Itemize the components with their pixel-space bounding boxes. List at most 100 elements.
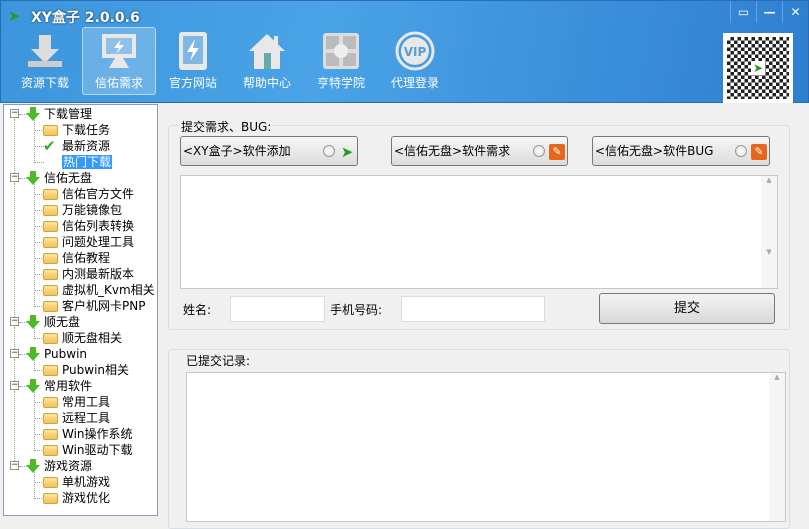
nav-label: 资源下载 bbox=[20, 76, 69, 90]
tree-item-label: Win驱动下载 bbox=[62, 443, 133, 457]
tree-group-2[interactable]: 顺无盘 bbox=[44, 314, 80, 330]
tablet-icon bbox=[172, 31, 214, 71]
tree-item[interactable]: 信佑教程 bbox=[62, 250, 110, 266]
green-arrow-icon bbox=[26, 347, 40, 361]
nav-home[interactable]: 帮助中心 bbox=[230, 27, 304, 95]
green-arrow-icon bbox=[26, 459, 40, 473]
collapse-toggle[interactable]: − bbox=[10, 381, 19, 390]
tree-item[interactable]: Pubwin相关 bbox=[62, 362, 129, 378]
green-arrow-icon bbox=[26, 315, 40, 329]
radio-circle[interactable] bbox=[533, 145, 545, 157]
tree-item-label: 游戏优化 bbox=[62, 491, 111, 505]
wing-icon: ✎ bbox=[751, 144, 767, 160]
tree-item[interactable]: 下载任务 bbox=[62, 122, 110, 138]
tree-item[interactable]: 内测最新版本 bbox=[62, 266, 134, 282]
tree-item[interactable]: 游戏优化 bbox=[62, 490, 110, 506]
tree-item[interactable]: 虚拟机_Kvm相关 bbox=[62, 282, 155, 298]
folder-icon bbox=[43, 301, 58, 312]
tree-group-0[interactable]: 下载管理 bbox=[44, 106, 92, 122]
tree-item[interactable]: 远程工具 bbox=[62, 410, 110, 426]
nav-label: 帮助中心 bbox=[242, 76, 291, 90]
tree-item[interactable]: 常用工具 bbox=[62, 394, 110, 410]
tree-item[interactable]: Win操作系统 bbox=[62, 426, 133, 442]
tree-group-1[interactable]: 信佑无盘 bbox=[44, 170, 92, 186]
nav-label: 亨特学院 bbox=[316, 76, 365, 90]
tree-group-3[interactable]: Pubwin bbox=[44, 346, 87, 362]
tree-item[interactable]: 信佑官方文件 bbox=[62, 186, 134, 202]
qr-code: ➤ bbox=[723, 33, 793, 103]
folder-icon bbox=[43, 333, 58, 344]
tree-item[interactable]: 万能镜像包 bbox=[62, 202, 122, 218]
folder-icon bbox=[43, 413, 58, 424]
nav-label: 代理登录 bbox=[390, 76, 439, 90]
nav-monitor[interactable]: 信佑需求 bbox=[82, 27, 156, 95]
monitor-icon bbox=[98, 31, 140, 71]
folder-icon bbox=[43, 269, 58, 280]
tree-item-label: 万能镜像包 bbox=[62, 203, 123, 217]
collapse-toggle[interactable]: − bbox=[10, 349, 19, 358]
folder-icon bbox=[43, 397, 58, 408]
title-bar: ➤ XY盒子 2.0.0.6 ▭ — ✕ 资源下载 信佑需求 官方网站 帮助中心 亨特学… bbox=[0, 0, 809, 103]
phone-input[interactable] bbox=[401, 296, 545, 322]
tree-item-label: Win操作系统 bbox=[62, 427, 133, 441]
tree-item[interactable]: 问题处理工具 bbox=[62, 234, 134, 250]
collapse-toggle[interactable]: − bbox=[10, 317, 19, 326]
option-radio-1[interactable]: <信佑无盘>软件需求 ✎ bbox=[391, 136, 568, 166]
category-tree[interactable]: − 下载管理 下载任务 ✔ 最新资源 热门下载 − 信佑无盘 信佑官方文件 万能镜像包 信佑列表转换… bbox=[3, 104, 158, 516]
tree-item[interactable]: 信佑列表转换 bbox=[62, 218, 134, 234]
submit-button[interactable]: 提交 bbox=[599, 293, 775, 324]
menu-button[interactable]: ▭ bbox=[730, 1, 756, 23]
folder-icon bbox=[43, 477, 58, 488]
option-radio-2[interactable]: <信佑无盘>软件BUG ✎ bbox=[592, 136, 770, 166]
folder-icon bbox=[43, 285, 58, 296]
tree-item-label: 虚拟机_Kvm相关 bbox=[62, 283, 155, 297]
collapse-toggle[interactable]: − bbox=[10, 461, 19, 470]
folder-icon bbox=[43, 205, 58, 216]
tree-item-label: 远程工具 bbox=[62, 411, 111, 425]
nav-label: 官方网站 bbox=[168, 76, 217, 90]
tree-item-label: 最新资源 bbox=[62, 139, 111, 153]
collapse-toggle[interactable]: − bbox=[10, 109, 19, 118]
tree-item[interactable]: Win驱动下载 bbox=[62, 442, 133, 458]
tree-item-label: 信佑教程 bbox=[62, 251, 111, 265]
radio-circle[interactable] bbox=[323, 145, 335, 157]
option-label: <信佑无盘>软件BUG bbox=[595, 144, 714, 158]
minimize-button[interactable]: — bbox=[756, 1, 782, 23]
folder-icon bbox=[43, 221, 58, 232]
tree-item-label: 下载任务 bbox=[62, 123, 111, 137]
download-icon bbox=[24, 31, 66, 71]
phone-label: 手机号码: bbox=[330, 303, 383, 317]
scrollbar[interactable]: ▲ ▼ bbox=[761, 176, 777, 288]
nav-download[interactable]: 资源下载 bbox=[8, 27, 82, 95]
name-input[interactable] bbox=[230, 296, 325, 322]
collapse-toggle[interactable]: − bbox=[10, 173, 19, 182]
nav-college[interactable]: 亨特学院 bbox=[304, 27, 378, 95]
close-button[interactable]: ✕ bbox=[782, 1, 808, 23]
folder-icon bbox=[43, 429, 58, 440]
green-arrow-icon bbox=[26, 171, 40, 185]
radio-circle[interactable] bbox=[735, 145, 747, 157]
scrollbar[interactable]: ▲ bbox=[769, 373, 785, 521]
tree-item[interactable]: 顺无盘相关 bbox=[62, 330, 122, 346]
tree-item[interactable]: 热门下载 bbox=[62, 154, 113, 170]
tree-item[interactable]: 单机游戏 bbox=[62, 474, 110, 490]
tree-item-label: 内测最新版本 bbox=[62, 267, 135, 281]
tree-item-label: 信佑官方文件 bbox=[62, 187, 135, 201]
records-list[interactable]: ▲ bbox=[186, 372, 786, 522]
tree-item-label: 信佑列表转换 bbox=[62, 219, 135, 233]
home-icon bbox=[246, 31, 288, 71]
green-arrow-icon bbox=[26, 379, 40, 393]
nav-vip[interactable]: VIP 代理登录 bbox=[378, 27, 452, 95]
tree-item[interactable]: 客户机网卡PNP bbox=[62, 298, 145, 314]
vip-icon: VIP bbox=[394, 31, 436, 71]
folder-icon bbox=[43, 189, 58, 200]
request-textarea[interactable]: ▲ ▼ bbox=[180, 175, 778, 289]
tree-item-label: 常用工具 bbox=[62, 395, 111, 409]
tree-group-5[interactable]: 游戏资源 bbox=[44, 458, 92, 474]
tree-group-4[interactable]: 常用软件 bbox=[44, 378, 92, 394]
nav-tablet[interactable]: 官方网站 bbox=[156, 27, 230, 95]
option-radio-0[interactable]: <XY盒子>软件添加 ➤ bbox=[180, 136, 358, 166]
option-label: <XY盒子>软件添加 bbox=[183, 144, 291, 158]
tree-item[interactable]: 最新资源 bbox=[62, 138, 110, 154]
records-group-label: 已提交记录: bbox=[186, 354, 251, 368]
